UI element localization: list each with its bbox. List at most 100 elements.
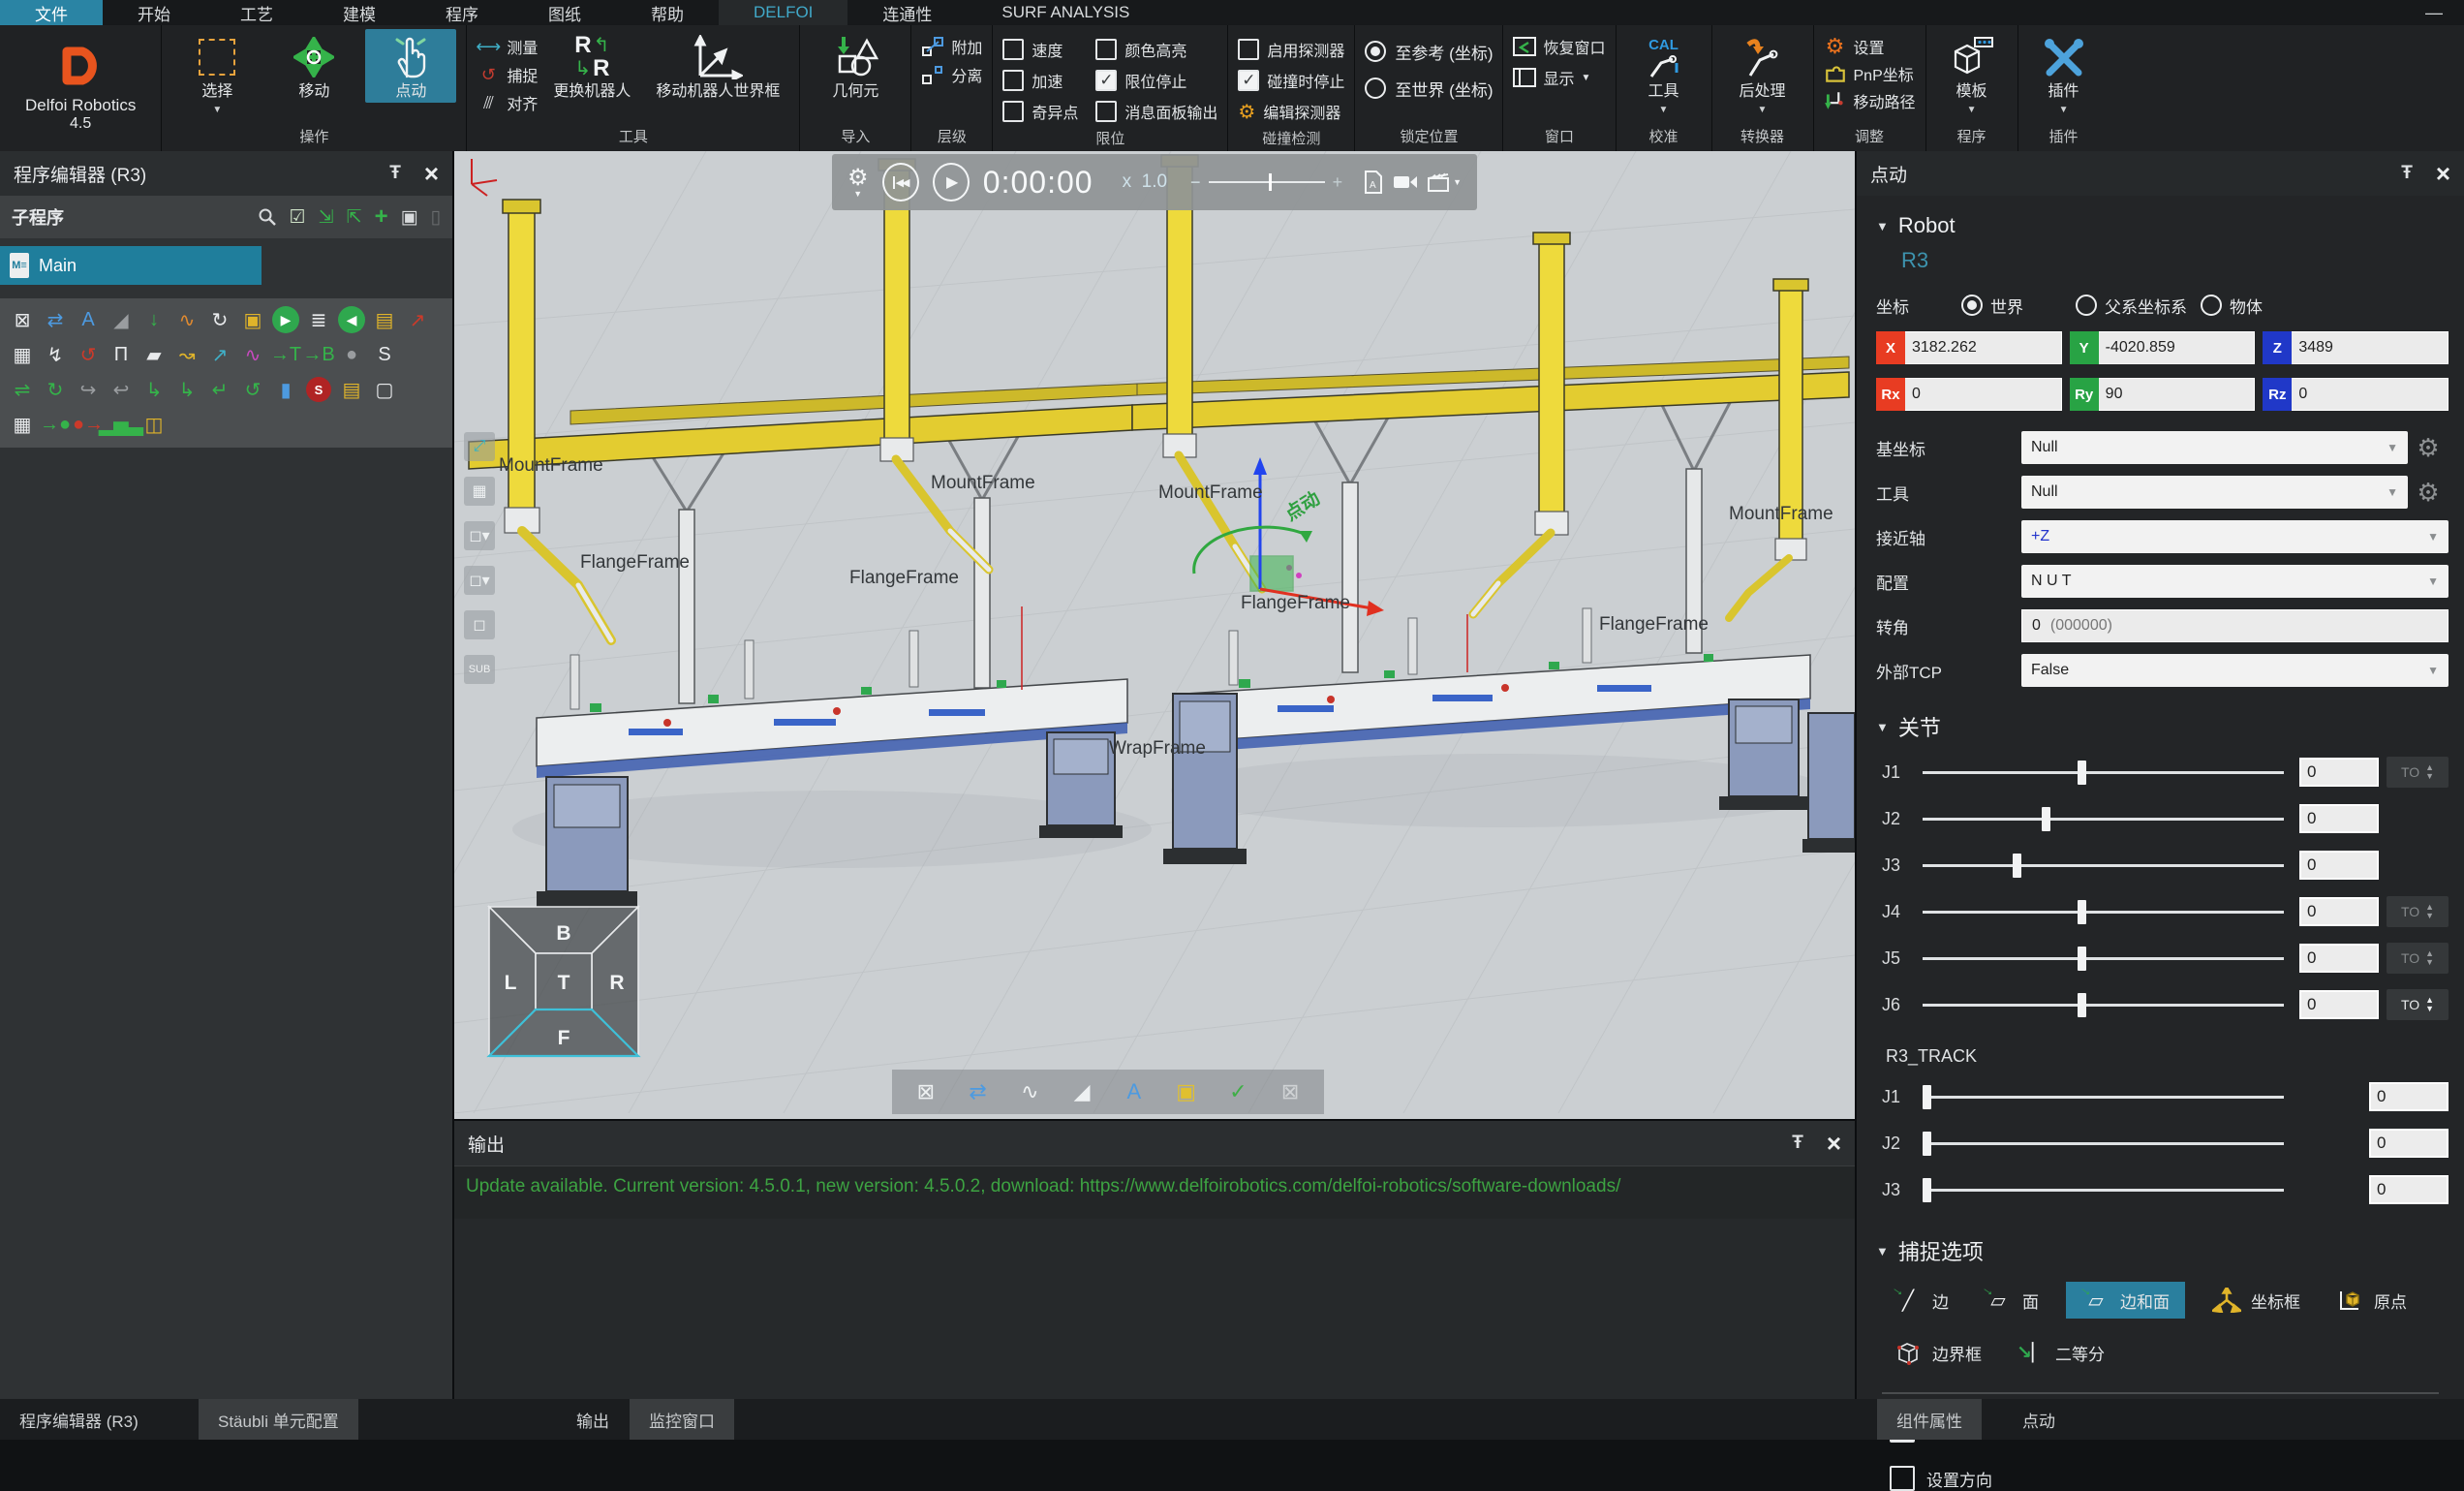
snap-bounding-box-button[interactable]: 边界框 [1886, 1334, 1989, 1371]
ramp-icon[interactable]: ◢ [1063, 1073, 1101, 1110]
snap-frame-button[interactable]: 坐标框 [2204, 1282, 2308, 1319]
tab-jog[interactable]: 点动 [2003, 1399, 2075, 1440]
text-annotation-icon[interactable]: A [1115, 1073, 1154, 1110]
path-points-icon[interactable]: ∿ [1010, 1073, 1049, 1110]
swap-view-icon[interactable]: ⇄ [959, 1073, 998, 1110]
coord-object-radio[interactable]: 物体 [2201, 293, 2263, 318]
path-icon[interactable]: ∿ [170, 304, 203, 335]
snap-bisect-button[interactable]: ↘▏ 二等分 [2009, 1334, 2112, 1371]
snap-face-button[interactable]: ▱→ 面 [1976, 1282, 2047, 1319]
expand-view-icon[interactable]: ⤢ [464, 432, 495, 461]
tab-component-properties[interactable]: 组件属性 [1877, 1399, 1982, 1440]
stop-on-collision-checkbox[interactable]: ✓碰撞时停止 [1238, 66, 1344, 95]
playback-settings-icon[interactable]: ⚙▼ [847, 167, 869, 199]
close-icon[interactable]: × [1827, 1134, 1841, 1153]
j3-value[interactable]: 0 [2299, 851, 2379, 880]
j5-slider[interactable] [1923, 957, 2284, 960]
j5-to-button[interactable]: TO▲▼ [2387, 943, 2449, 974]
track-j2-slider-handle[interactable] [1923, 1132, 1931, 1156]
j6-slider[interactable] [1923, 1004, 2284, 1007]
menu-tab-surf-analysis[interactable]: SURF ANALYSIS [967, 0, 1164, 25]
component-icon[interactable]: ◫ [138, 409, 170, 440]
menu-tab-program[interactable]: 程序 [411, 0, 513, 25]
open-folder-icon[interactable]: ▰ [138, 339, 170, 370]
menu-tab-delfoi[interactable]: DELFOI [719, 0, 847, 25]
j4-slider-handle[interactable] [2078, 900, 2086, 924]
spinner-arrows-icon[interactable]: ▲▼ [2425, 996, 2434, 1014]
minimize-button[interactable]: — [2404, 0, 2464, 25]
branch-alt-icon[interactable]: ↳ [170, 374, 203, 405]
export-program-icon[interactable]: ⇱ [347, 206, 362, 229]
grid-toggle-icon[interactable]: ▦ [464, 477, 495, 506]
ptp-move-icon[interactable]: ∿ [236, 339, 269, 370]
align-button[interactable]: ⫻ 对齐 [477, 91, 538, 114]
rotate-icon[interactable]: ↺ [72, 339, 105, 370]
track-j1-slider-handle[interactable] [1923, 1085, 1931, 1109]
move-robot-world-frame-button[interactable]: 移动机器人世界框 [646, 29, 789, 103]
jog-button[interactable]: 点动 [365, 29, 456, 103]
speed-slider-handle[interactable] [1269, 173, 1272, 191]
replace-robot-button[interactable]: R↰ ↳R 更换机器人 [543, 29, 640, 103]
accel-checkbox[interactable]: 加速 [1002, 66, 1078, 95]
j4-to-button[interactable]: TO▲▼ [2387, 896, 2449, 927]
confirm-check-icon[interactable]: ✓ [1218, 1073, 1257, 1110]
tab-monitor-window[interactable]: 监控窗口 [630, 1399, 734, 1440]
loop-icon[interactable]: ↻ [39, 374, 72, 405]
j4-value[interactable]: 0 [2299, 897, 2379, 926]
print-icon[interactable]: ▦ [6, 409, 39, 440]
video-record-icon[interactable] [1393, 173, 1418, 191]
orient-icon[interactable]: ↗ [401, 304, 434, 335]
step-back-icon[interactable]: ↩ [105, 374, 138, 405]
snap-edge-button[interactable]: ╱→ 边 [1886, 1282, 1956, 1319]
template-button[interactable]: 模板▼ [1936, 29, 2008, 117]
message-panel-output-checkbox[interactable]: 消息面板输出 [1095, 97, 1217, 126]
branch-icon[interactable]: ↳ [138, 374, 170, 405]
speed-plus[interactable]: + [1333, 172, 1343, 193]
document-icon[interactable]: ▢ [368, 374, 401, 405]
restore-window-button[interactable]: 恢复窗口 [1513, 35, 1605, 58]
snap-edge-face-button[interactable]: ▱→ 边和面 [2066, 1282, 2185, 1319]
speed-slider[interactable]: − + [1190, 172, 1342, 193]
add-point-icon[interactable]: ↓ [138, 304, 170, 335]
menu-tab-modeling[interactable]: 建模 [308, 0, 411, 25]
calibrate-tool-button[interactable]: CAL 工具▼ [1626, 29, 1702, 117]
speed-checkbox[interactable]: 速度 [1002, 35, 1078, 64]
curve-move-icon[interactable]: ↝ [170, 339, 203, 370]
cycle-icon[interactable]: ↻ [203, 304, 236, 335]
select-button[interactable]: 选择▼ [171, 29, 262, 117]
robot-section-header[interactable]: ▼ Robot [1876, 213, 2449, 238]
select-frame-icon[interactable]: ▣ [236, 304, 269, 335]
j5-slider-handle[interactable] [2078, 947, 2086, 971]
menu-tab-file[interactable]: 文件 [0, 0, 103, 25]
play-button[interactable]: ▶ [933, 163, 970, 202]
measure-button[interactable]: ⟷ 测量 [477, 35, 538, 58]
menu-tab-process[interactable]: 工艺 [205, 0, 308, 25]
grid-icon[interactable]: ▦ [6, 339, 39, 370]
subprogram-item-main[interactable]: M≡ Main [0, 246, 262, 285]
swap-icon[interactable]: ⇄ [39, 304, 72, 335]
rewind-button[interactable]: ◀◀ [882, 163, 919, 202]
j2-slider-handle[interactable] [2042, 807, 2050, 831]
j4-slider[interactable] [1923, 911, 2284, 914]
pin-icon[interactable]: Ŧ [389, 163, 401, 184]
limit-stop-checkbox[interactable]: ✓限位停止 [1095, 66, 1217, 95]
turn-input[interactable]: 0(000000) [2021, 609, 2449, 642]
j2-slider[interactable] [1923, 818, 2284, 821]
search-icon[interactable] [258, 207, 277, 227]
track-j3-value[interactable]: 0 [2369, 1175, 2449, 1204]
return-icon[interactable]: ↵ [203, 374, 236, 405]
base-move-icon[interactable]: →B [302, 339, 335, 370]
robot-tool-icon[interactable]: ⊠ [1271, 1073, 1309, 1110]
y-field[interactable]: Y-4020.859 [2070, 331, 2256, 364]
j6-to-button[interactable]: TO▲▼ [2387, 989, 2449, 1020]
track-j2-value[interactable]: 0 [2369, 1129, 2449, 1158]
import-program-icon[interactable]: ⇲ [319, 206, 334, 229]
set-orientation-checkbox[interactable]: 设置方向 [1890, 1466, 2449, 1491]
snap-origin-button[interactable]: 原点 [2327, 1282, 2415, 1319]
rx-field[interactable]: Rx0 [1876, 378, 2062, 411]
rz-field[interactable]: Rz0 [2263, 378, 2449, 411]
j6-slider-handle[interactable] [2078, 993, 2086, 1017]
base-frame-dropdown[interactable]: Null▼ [2021, 431, 2408, 464]
external-tcp-dropdown[interactable]: False▼ [2021, 654, 2449, 687]
tab-program-editor[interactable]: 程序编辑器 (R3) [0, 1399, 158, 1440]
